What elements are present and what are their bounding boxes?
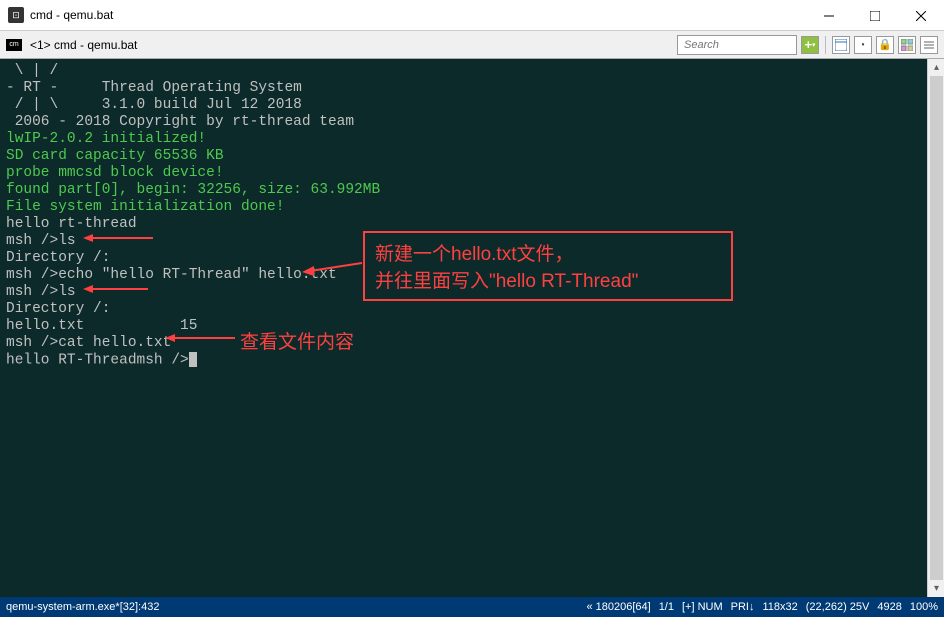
add-tab-button[interactable]: +▾ xyxy=(801,36,819,54)
window-title: cmd - qemu.bat xyxy=(30,8,806,22)
search-input[interactable] xyxy=(677,35,797,55)
grid-button[interactable] xyxy=(898,36,916,54)
terminal-line: hello RT-Threadmsh /> xyxy=(6,352,938,369)
terminal-line: lwIP-2.0.2 initialized! xyxy=(6,131,938,148)
options-button[interactable]: ▾ xyxy=(854,36,872,54)
terminal-line: Directory /: xyxy=(6,301,938,318)
terminal[interactable]: \ | /- RT - Thread Operating System / | … xyxy=(0,59,944,597)
terminal-line: hello.txt 15 xyxy=(6,318,938,335)
close-button[interactable] xyxy=(898,0,944,31)
terminal-line: 2006 - 2018 Copyright by rt-thread team xyxy=(6,114,938,131)
vertical-scrollbar[interactable]: ▴ ▾ xyxy=(927,59,944,597)
annotation-box-1: 新建一个hello.txt文件， 并往里面写入"hello RT-Thread" xyxy=(363,231,733,301)
status-zoom: 100% xyxy=(910,601,938,613)
tab-icon: cm xyxy=(6,39,22,51)
status-encoding: « 180206[64] xyxy=(586,601,650,613)
terminal-line: / | \ 3.1.0 build Jul 12 2018 xyxy=(6,97,938,114)
lock-icon: 🔒 xyxy=(878,38,892,51)
menu-button[interactable] xyxy=(920,36,938,54)
status-pri: PRI↓ xyxy=(731,601,755,613)
tab-label[interactable]: <1> cmd - qemu.bat xyxy=(26,38,673,52)
minimize-button[interactable] xyxy=(806,0,852,31)
app-icon: ⊡ xyxy=(8,7,24,23)
arrow-1 xyxy=(83,232,153,244)
annotation-line-2: 并往里面写入"hello RT-Thread" xyxy=(375,266,721,293)
cursor xyxy=(189,352,197,367)
annotation-label-2: 查看文件内容 xyxy=(240,327,354,354)
scroll-thumb[interactable] xyxy=(930,76,943,580)
annotation-line-1: 新建一个hello.txt文件， xyxy=(375,239,721,266)
status-pid: 4928 xyxy=(877,601,901,613)
maximize-button[interactable] xyxy=(852,0,898,31)
toolbar: cm <1> cmd - qemu.bat +▾ ▾ 🔒 xyxy=(0,31,944,59)
arrow-2 xyxy=(302,259,362,279)
arrow-3 xyxy=(83,283,148,295)
window-controls xyxy=(806,0,944,30)
terminal-line: SD card capacity 65536 KB xyxy=(6,148,938,165)
scroll-up-button[interactable]: ▴ xyxy=(928,59,944,76)
title-bar: ⊡ cmd - qemu.bat xyxy=(0,0,944,31)
status-page: 1/1 xyxy=(659,601,674,613)
terminal-line: found part[0], begin: 32256, size: 63.99… xyxy=(6,182,938,199)
terminal-line: File system initialization done! xyxy=(6,199,938,216)
status-coords: (22,262) 25V xyxy=(806,601,870,613)
terminal-line: msh />cat hello.txt xyxy=(6,335,938,352)
terminal-line: - RT - Thread Operating System xyxy=(6,80,938,97)
windows-button[interactable] xyxy=(832,36,850,54)
status-num: [+] NUM xyxy=(682,601,723,613)
terminal-line: probe mmcsd block device! xyxy=(6,165,938,182)
status-size: 118x32 xyxy=(762,601,797,613)
scroll-down-button[interactable]: ▾ xyxy=(928,580,944,597)
status-process: qemu-system-arm.exe*[32]:432 xyxy=(6,601,586,613)
status-bar: qemu-system-arm.exe*[32]:432 « 180206[64… xyxy=(0,597,944,617)
lock-button[interactable]: 🔒 xyxy=(876,36,894,54)
terminal-line: \ | / xyxy=(6,63,938,80)
arrow-4 xyxy=(165,332,235,344)
